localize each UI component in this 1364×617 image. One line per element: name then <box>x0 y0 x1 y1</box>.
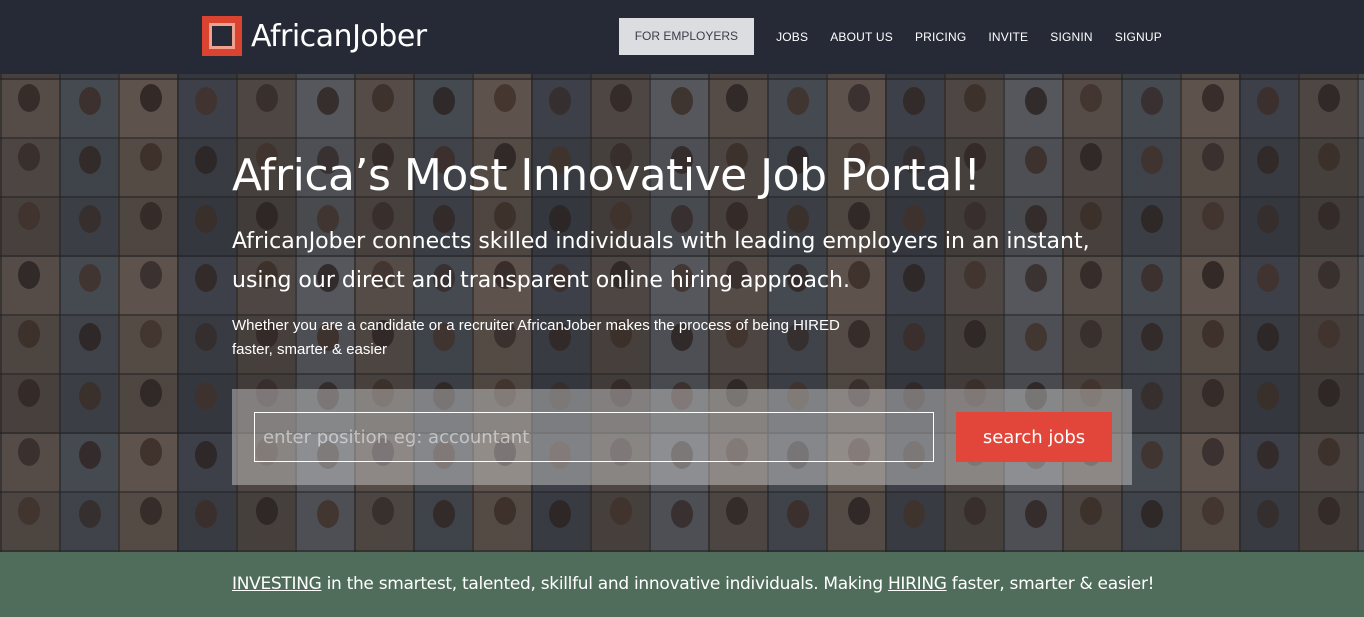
nav-pricing[interactable]: PRICING <box>915 30 966 44</box>
banner-text-part2: faster, smarter & easier! <box>946 574 1155 594</box>
hero-title: Africa’s Most Innovative Job Portal! <box>232 150 981 201</box>
for-employers-button[interactable]: FOR EMPLOYERS <box>618 18 755 55</box>
nav-jobs[interactable]: JOBS <box>776 30 808 44</box>
banner-text-part1: in the smartest, talented, skillful and … <box>321 574 888 594</box>
hero-lead-text: AfricanJober connects skilled individual… <box>232 229 1090 293</box>
banner-keyword-hiring: HIRING <box>887 574 947 594</box>
main-nav: FOR EMPLOYERS JOBS ABOUT US PRICING INVI… <box>618 18 1162 55</box>
hero-sub-text: Whether you are a candidate or a recruit… <box>232 317 840 358</box>
position-search-input[interactable] <box>254 412 934 462</box>
hero-section: Africa’s Most Innovative Job Portal! Afr… <box>0 74 1364 552</box>
banner-text: INVESTING in the smartest, talented, ski… <box>232 574 1154 594</box>
nav-invite[interactable]: INVITE <box>988 30 1028 44</box>
tagline-banner: INVESTING in the smartest, talented, ski… <box>0 552 1364 617</box>
search-jobs-button[interactable]: search jobs <box>956 412 1112 462</box>
top-navbar: AfricanJober FOR EMPLOYERS JOBS ABOUT US… <box>0 0 1364 74</box>
logo-text: AfricanJober <box>251 18 427 54</box>
site-logo[interactable]: AfricanJober <box>202 16 427 56</box>
nav-signin[interactable]: SIGNIN <box>1050 30 1093 44</box>
square-logo-icon <box>202 16 242 56</box>
nav-about-us[interactable]: ABOUT US <box>830 30 893 44</box>
job-search-panel: search jobs <box>232 389 1132 485</box>
banner-keyword-investing: INVESTING <box>232 574 322 594</box>
nav-signup[interactable]: SIGNUP <box>1115 30 1162 44</box>
